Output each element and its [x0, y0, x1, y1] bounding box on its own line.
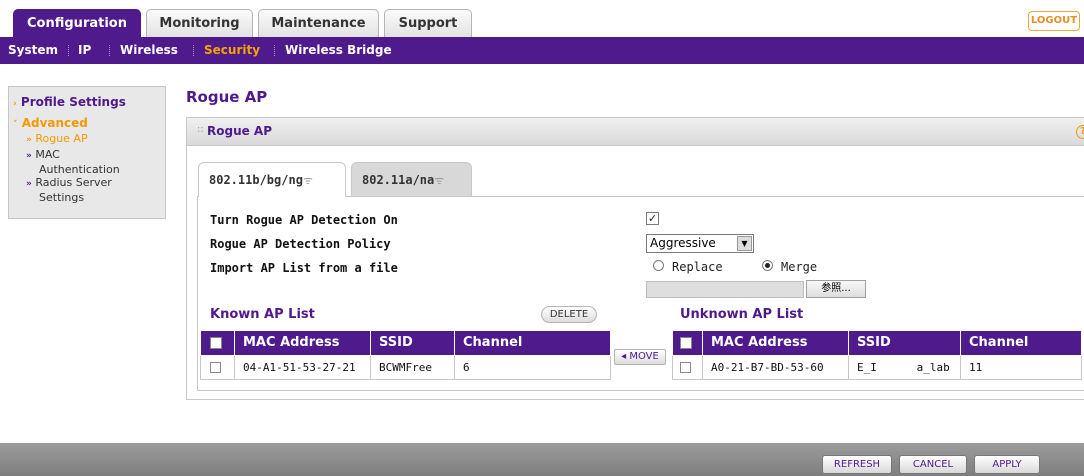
- sidebar-item-label: Advanced: [21, 116, 88, 130]
- known-ap-table: MAC Address SSID Channel 04-A1-51-53-27-…: [200, 331, 611, 380]
- unknown-ap-list-title: Unknown AP List: [680, 307, 804, 322]
- detection-label: Turn Rogue AP Detection On: [210, 213, 398, 227]
- replace-radio[interactable]: [653, 260, 664, 271]
- sidebar-item-profile-settings[interactable]: › Profile Settings: [13, 96, 126, 111]
- detection-checkbox[interactable]: ✓: [646, 212, 659, 225]
- merge-radio[interactable]: [762, 260, 773, 271]
- sidebar-item-advanced[interactable]: ˅ Advanced: [13, 117, 88, 132]
- subnav-separator: [68, 45, 69, 56]
- tab-802-11ana[interactable]: 802.11a/naᯤ: [351, 162, 472, 196]
- row-checkbox[interactable]: [210, 362, 221, 373]
- select-all-checkbox[interactable]: [680, 336, 692, 349]
- chevron-right-icon: »: [26, 135, 32, 145]
- select-all-header: [672, 331, 703, 356]
- chevron-right-icon: »: [26, 179, 32, 189]
- channel-cell: 6: [454, 354, 611, 380]
- merge-label: Merge: [781, 260, 818, 274]
- sidebar-item-radius-server-settings[interactable]: » Radius Server Settings: [26, 176, 112, 204]
- sidebar-item-label: Profile Settings: [20, 95, 126, 109]
- page-title: Rogue AP: [186, 88, 268, 106]
- cancel-button[interactable]: CANCEL: [899, 455, 967, 474]
- secondary-nav: System IP Wireless Security Wireless Bri…: [0, 37, 1084, 64]
- refresh-button[interactable]: REFRESH: [822, 455, 892, 474]
- apply-button[interactable]: APPLY: [974, 455, 1040, 474]
- subnav-separator: [109, 45, 110, 56]
- import-label: Import AP List from a file: [210, 261, 398, 275]
- help-icon[interactable]: ?: [1076, 125, 1084, 139]
- chevron-right-icon: »: [26, 151, 32, 161]
- sidebar-item-label: Rogue AP: [35, 132, 88, 145]
- row-checkbox[interactable]: [680, 362, 691, 373]
- browse-button[interactable]: 参照...: [806, 280, 866, 298]
- sidebar: › Profile Settings ˅ Advanced » Rogue AP…: [8, 86, 166, 219]
- table-row[interactable]: A0-21-B7-BD-53-60 E_I a_lab 11: [672, 354, 1082, 380]
- mac-address-cell: A0-21-B7-BD-53-60: [702, 354, 849, 380]
- column-header: SSID: [370, 331, 455, 356]
- move-button[interactable]: ◂ MOVE: [614, 349, 666, 365]
- dropdown-arrow-icon: ▼: [737, 236, 752, 251]
- panel-title: Rogue AP: [207, 124, 273, 138]
- subnav-system[interactable]: System: [8, 37, 58, 63]
- subnav-security[interactable]: Security: [204, 37, 260, 63]
- tab-monitoring[interactable]: Monitoring: [146, 9, 253, 37]
- mac-address-cell: 04-A1-51-53-27-21: [234, 354, 371, 380]
- file-path-input[interactable]: [646, 281, 804, 298]
- tab-label: 802.11a/na: [362, 173, 435, 187]
- table-row[interactable]: 04-A1-51-53-27-21 BCWMFree 6: [200, 354, 611, 380]
- unknown-ap-table: MAC Address SSID Channel A0-21-B7-BD-53-…: [672, 331, 1082, 380]
- delete-button[interactable]: DELETE: [541, 306, 597, 323]
- logout-button[interactable]: LOGOUT: [1028, 11, 1080, 31]
- subnav-separator: [193, 45, 194, 56]
- subnav-separator: [274, 45, 275, 56]
- sidebar-item-mac-authentication[interactable]: » MAC Authentication: [26, 148, 120, 176]
- wifi-icon: ᯤ: [302, 174, 313, 187]
- column-header: MAC Address: [234, 331, 371, 356]
- column-header: Channel: [454, 331, 611, 356]
- tab-support[interactable]: Support: [384, 9, 472, 37]
- ssid-cell: E_I a_lab: [848, 354, 961, 380]
- top-tab-bar: Configuration Monitoring Maintenance Sup…: [0, 0, 1084, 37]
- policy-select[interactable]: Aggressive ▼: [646, 234, 754, 253]
- panel-header: :: Rogue AP: [187, 118, 1084, 146]
- column-header: SSID: [848, 331, 961, 356]
- subnav-wireless[interactable]: Wireless: [120, 37, 178, 63]
- tab-label: 802.11b/bg/ng: [209, 173, 303, 187]
- sidebar-item-label: Settings: [39, 191, 85, 204]
- policy-select-value: Aggressive: [650, 236, 716, 250]
- ssid-cell: BCWMFree: [370, 354, 455, 380]
- table-header-row: MAC Address SSID Channel: [200, 331, 611, 356]
- chevron-down-icon: ˅: [13, 120, 18, 130]
- replace-label: Replace: [672, 260, 723, 274]
- tab-configuration[interactable]: Configuration: [13, 9, 141, 37]
- select-all-header: [200, 331, 235, 356]
- column-header: MAC Address: [702, 331, 849, 356]
- policy-label: Rogue AP Detection Policy: [210, 237, 391, 251]
- drag-grip-icon: ::: [197, 124, 204, 135]
- sidebar-item-label: MAC: [35, 148, 60, 161]
- row-select-cell: [200, 354, 235, 380]
- select-all-checkbox[interactable]: [210, 336, 222, 349]
- tab-802-11bgng[interactable]: 802.11b/bg/ngᯤ: [198, 162, 346, 197]
- subnav-ip[interactable]: IP: [78, 37, 91, 63]
- subnav-wireless-bridge[interactable]: Wireless Bridge: [285, 37, 392, 63]
- column-header: Channel: [960, 331, 1082, 356]
- row-select-cell: [672, 354, 703, 380]
- wifi-icon: ᯤ: [434, 174, 445, 187]
- known-ap-list-title: Known AP List: [210, 307, 315, 322]
- channel-cell: 11: [960, 354, 1082, 380]
- tab-maintenance[interactable]: Maintenance: [258, 9, 379, 37]
- sidebar-item-label: Radius Server: [35, 176, 112, 189]
- chevron-right-icon: ›: [13, 99, 17, 109]
- sidebar-item-label: Authentication: [39, 163, 120, 176]
- table-header-row: MAC Address SSID Channel: [672, 331, 1082, 356]
- sidebar-item-rogue-ap[interactable]: » Rogue AP: [26, 132, 88, 147]
